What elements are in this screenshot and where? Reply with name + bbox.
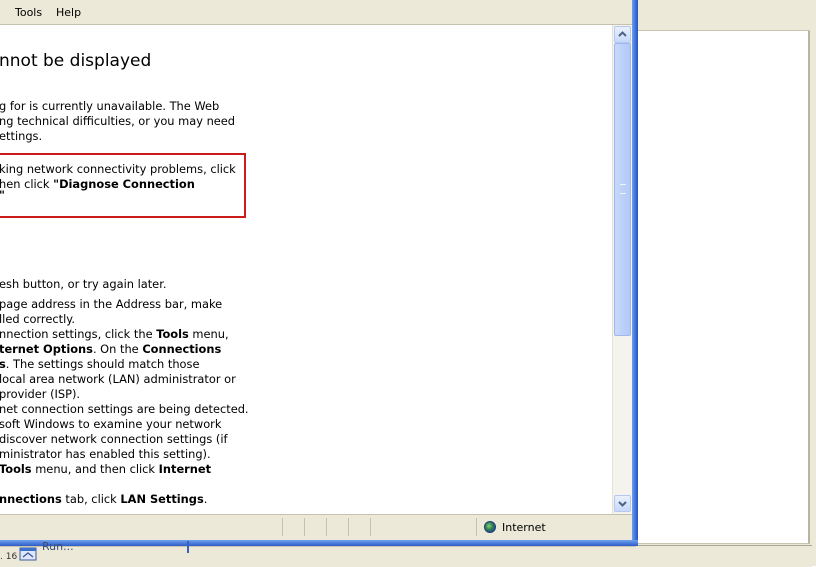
step-text-bold: Tools <box>0 462 32 476</box>
scroll-up-button[interactable] <box>614 26 631 43</box>
step-detect: net connection settings are being detect… <box>0 402 249 416</box>
diagnose-line: " <box>0 188 5 203</box>
step-lan-settings: nnections tab, click LAN Settings. <box>0 492 207 507</box>
intro-line: g for is currently unavailable. The Web <box>0 99 220 113</box>
step-text: tab, click <box>61 492 121 506</box>
step-text-bold: Internet <box>158 462 212 476</box>
step-tools-menu: Tools menu, and then click Internet <box>0 462 211 477</box>
step-connection-settings: nnection settings, click the Tools menu, <box>0 327 229 342</box>
diagnose-text: hen click <box>0 177 54 191</box>
diagnose-tail: " <box>0 188 5 202</box>
step-text: . <box>203 492 208 506</box>
diagnose-line: king network connectivity problems, clic… <box>0 162 236 176</box>
step-text-bold: Tools <box>156 327 189 341</box>
scroll-grip <box>620 184 626 194</box>
status-divider <box>304 518 305 536</box>
step-text-bold: ternet Options <box>0 342 93 356</box>
taskbar: . 16 Run... <box>0 540 636 567</box>
status-divider <box>326 518 327 536</box>
step-connection-settings: provider (ISP). <box>0 387 81 401</box>
menu-bar: Tools Help <box>0 0 632 25</box>
menu-help[interactable]: Help <box>56 6 81 19</box>
vertical-scrollbar[interactable] <box>612 25 633 514</box>
run-icon <box>19 547 37 561</box>
page-title: nnot be displayed <box>0 51 152 71</box>
background-window-toolbar <box>636 0 810 31</box>
status-divider <box>476 518 477 536</box>
status-divider <box>282 518 283 536</box>
step-text: menu, <box>188 327 229 341</box>
diagnose-connection-link[interactable]: "Diagnose Connection <box>53 177 195 191</box>
browser-window: Tools Help nnot be displayed g for is cu… <box>0 0 638 546</box>
chevron-down-icon <box>618 501 627 507</box>
step-text-bold: LAN Settings <box>120 492 204 506</box>
step-text-bold: nnections <box>0 492 62 506</box>
background-window-client-area <box>636 31 810 544</box>
step-text: menu, and then click <box>31 462 159 476</box>
intro-line: ng technical difficulties, or you may ne… <box>0 114 236 128</box>
taskbar-separator <box>187 541 189 553</box>
step-connection-settings: ternet Options. On the Connections <box>0 342 221 357</box>
background-window <box>636 0 816 567</box>
step-detect: discover network connection settings (if <box>0 432 228 446</box>
status-divider <box>370 518 371 536</box>
step-text: . On the <box>92 342 143 356</box>
run-menu-item[interactable]: Run... <box>42 540 74 553</box>
window-frame-right <box>632 0 638 546</box>
scroll-down-button[interactable] <box>614 495 631 512</box>
step-detect: ministrator has enabled this setting). <box>0 447 211 461</box>
background-window-statusbar <box>636 545 812 567</box>
step-refresh: esh button, or try again later. <box>0 277 167 291</box>
step-text-bold: Connections <box>142 342 222 356</box>
step-detect: soft Windows to examine your network <box>0 417 222 431</box>
step-connection-settings: s. The settings should match those <box>0 357 199 372</box>
taskbar-number: . 16 <box>0 552 18 562</box>
step-text: . The settings should match those <box>5 357 200 371</box>
step-address: page address in the Address bar, make <box>0 297 223 311</box>
step-address: lled correctly. <box>0 312 75 326</box>
globe-icon <box>484 521 496 533</box>
page-content: nnot be displayed g for is currently una… <box>0 25 612 514</box>
diagnose-line: hen click "Diagnose Connection <box>0 177 195 192</box>
scroll-thumb[interactable] <box>614 43 631 336</box>
step-text: nnection settings, click the <box>0 327 157 341</box>
status-bar: Internet <box>0 514 632 541</box>
menu-tools[interactable]: Tools <box>15 6 42 19</box>
zone-label: Internet <box>502 521 546 534</box>
step-connection-settings: local area network (LAN) administrator o… <box>0 372 236 386</box>
status-divider <box>348 518 349 536</box>
intro-line: ettings. <box>0 129 43 143</box>
chevron-up-icon <box>618 31 627 37</box>
